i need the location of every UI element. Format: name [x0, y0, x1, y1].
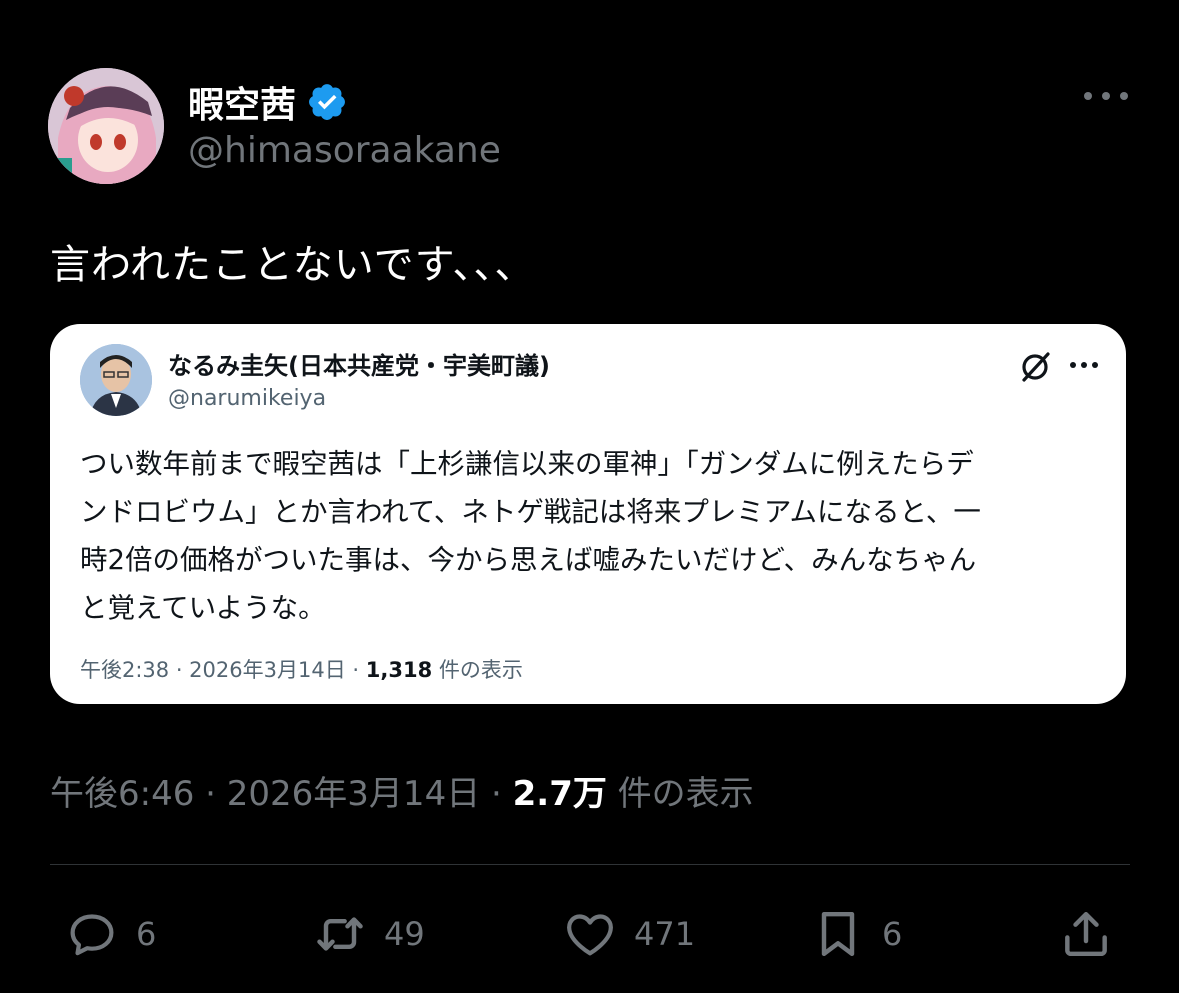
- author-avatar[interactable]: [48, 68, 164, 184]
- heart-icon: [567, 914, 613, 956]
- author-handle[interactable]: @himasoraakane: [188, 130, 501, 171]
- view-label: 件の表示: [606, 774, 754, 814]
- quoted-more-options-icon[interactable]: [1070, 362, 1098, 370]
- more-options-icon[interactable]: [1084, 84, 1128, 108]
- quoted-text-line: つい数年前まで暇空茜は「上杉謙信以来の軍神」「ガンダムに例えたらデ: [80, 448, 974, 480]
- retweet-count: 49: [384, 915, 425, 953]
- quoted-timestamp[interactable]: 午後2:38 · 2026年3月14日 ·: [80, 658, 366, 682]
- quoted-tweet-meta: 午後2:38 · 2026年3月14日 · 1,318 件の表示: [80, 654, 523, 684]
- reply-count: 6: [136, 915, 157, 953]
- grok-icon[interactable]: [1018, 350, 1052, 384]
- quoted-avatar-image: [80, 344, 152, 416]
- tweet-meta: 午後6:46 · 2026年3月14日 · 2.7万 件の表示: [50, 766, 754, 815]
- like-button[interactable]: 471: [562, 906, 695, 962]
- quoted-tweet-text: つい数年前まで暇空茜は「上杉謙信以来の軍神」「ガンダムに例えたらデ ンドロビウム…: [80, 440, 1100, 632]
- quoted-tweet-card[interactable]: なるみ圭矢(日本共産党・宇美町議) @narumikeiya つい数年前まで暇空…: [50, 324, 1126, 704]
- verified-badge-icon[interactable]: [306, 81, 348, 123]
- share-icon: [1065, 911, 1107, 957]
- divider: [50, 864, 1130, 865]
- share-button[interactable]: [1058, 906, 1114, 962]
- quoted-author-name[interactable]: なるみ圭矢(日本共産党・宇美町議): [168, 346, 550, 381]
- quoted-author-handle[interactable]: @narumikeiya: [168, 386, 326, 411]
- quoted-view-label: 件の表示: [432, 658, 523, 682]
- quoted-text-line: と覚えていような。: [80, 592, 326, 624]
- reply-button[interactable]: 6: [64, 906, 156, 962]
- quoted-author-avatar[interactable]: [80, 344, 152, 416]
- retweet-icon: [317, 917, 363, 951]
- quoted-text-line: 時2倍の価格がついた事は、今から思えば嘘みたいだけど、みんなちゃん: [80, 544, 977, 576]
- bookmark-count: 6: [882, 915, 903, 953]
- author-display-name[interactable]: 暇空茜: [188, 76, 296, 128]
- like-count: 471: [634, 915, 696, 953]
- avatar-image: [48, 68, 164, 184]
- author-display-name-row[interactable]: 暇空茜: [188, 76, 348, 128]
- tweet-timestamp[interactable]: 午後6:46 · 2026年3月14日 ·: [50, 774, 513, 814]
- tweet-text: 言われたことないです、、、: [50, 242, 536, 288]
- quoted-text-line: ンドロビウム」とか言われて、ネトゲ戦記は将来プレミアムになると、一: [80, 496, 981, 528]
- retweet-button[interactable]: 49: [312, 906, 425, 962]
- bookmark-icon: [821, 911, 855, 957]
- reply-icon: [70, 914, 114, 956]
- bookmark-button[interactable]: 6: [810, 906, 902, 962]
- view-count: 2.7万: [512, 774, 607, 814]
- quoted-view-count: 1,318: [365, 658, 433, 682]
